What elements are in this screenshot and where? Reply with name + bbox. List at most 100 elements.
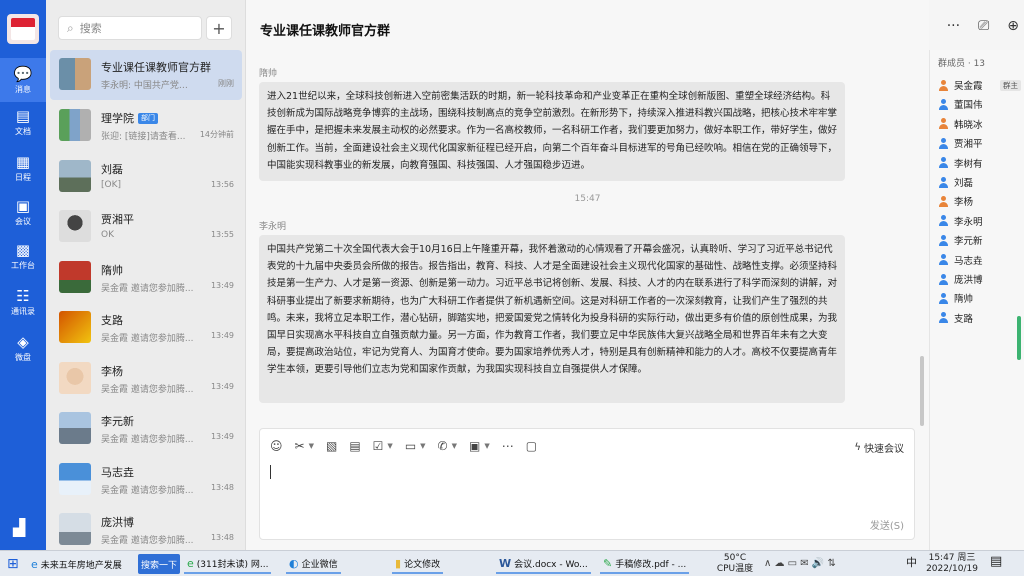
conversation-item[interactable]: 贾湘平 OK 13:55	[50, 202, 242, 252]
member-name: 马志垚	[954, 255, 983, 267]
start-button[interactable]: ⊞	[4, 554, 22, 574]
member-item[interactable]: 隋帅	[938, 289, 1023, 307]
search-box[interactable]: ⌕	[58, 16, 202, 40]
phone-icon[interactable]: ✆	[438, 439, 448, 453]
nav-drive[interactable]: ◈ 微盘	[0, 326, 46, 370]
contact-avatar	[59, 463, 91, 495]
taskbar-search-button[interactable]: 搜索一下	[138, 554, 181, 574]
system-tray-icons[interactable]: ∧ ☁ ▭ ✉ 🔊 ⇅	[764, 558, 836, 569]
person-icon	[938, 157, 949, 169]
chat-title: 专业课任课教师官方群	[260, 24, 391, 39]
person-icon	[938, 215, 949, 227]
member-item[interactable]: 贾湘平	[938, 134, 1023, 152]
calendar-icon: ▦	[15, 152, 31, 171]
conversation-item[interactable]: 专业课任课教师官方群 李永明: 中国共产党第... 刚刚	[50, 50, 242, 100]
person-icon	[938, 312, 949, 324]
user-avatar[interactable]	[7, 14, 39, 44]
conversation-item[interactable]: 理学院 部门 张迎: [链接]请查看... 14分钟前	[50, 101, 242, 151]
conversation-item[interactable]: 支路 吴金霞 邀请您参加腾... 13:49	[50, 303, 242, 353]
notification-icon[interactable]: ▤	[990, 555, 1002, 568]
nav-meeting[interactable]: ▣ 会议	[0, 190, 46, 234]
department-badge: 部门	[138, 112, 158, 124]
member-name: 李元新	[954, 236, 983, 248]
browser-icon: e	[187, 556, 194, 570]
members-header: 群成员 · 13	[938, 59, 986, 69]
member-item[interactable]: 李元新	[938, 231, 1023, 249]
word-icon: W	[499, 556, 512, 570]
chevron-down-icon[interactable]: ▼	[387, 442, 392, 450]
text-cursor[interactable]	[270, 465, 271, 479]
member-item[interactable]: 韩晓冰	[938, 115, 1023, 133]
nav-docs[interactable]: ▤ 文档	[0, 100, 46, 144]
more-icon[interactable]: ···	[947, 18, 960, 34]
member-item[interactable]: 李杨	[938, 192, 1023, 210]
taskbar-app-folder[interactable]: ▮ 论文修改	[392, 554, 444, 574]
chevron-down-icon[interactable]: ▼	[309, 442, 314, 450]
conversation-item[interactable]: 李杨 吴金霞 邀请您参加腾... 13:49	[50, 354, 242, 404]
taskbar-app-pdf[interactable]: ✎ 手稿修改.pdf - ...	[600, 554, 690, 574]
conversation-item[interactable]: 隋帅 吴金霞 邀请您参加腾... 13:49	[50, 253, 242, 303]
conversation-item[interactable]: 马志垚 吴金霞 邀请您参加腾... 13:48	[50, 455, 242, 505]
conversation-item[interactable]: 李元新 吴金霞 邀请您参加腾... 13:49	[50, 404, 242, 454]
chevron-down-icon[interactable]: ▼	[452, 442, 457, 450]
group-avatar	[59, 109, 91, 141]
conversation-item[interactable]: 刘磊 [OK] 13:56	[50, 152, 242, 202]
ie-icon: e	[31, 557, 38, 571]
pdf-editor-icon: ✎	[603, 556, 613, 570]
left-nav-rail: 💬 消息 ▤ 文档 ▦ 日程 ▣ 会议 ▩ 工作台 ☷ 通讯录 ◈ 微盘 ▟	[0, 0, 46, 550]
nav-messages[interactable]: 💬 消息	[0, 58, 46, 102]
person-icon	[938, 118, 949, 130]
contacts-icon: ☷	[16, 286, 30, 305]
clock[interactable]: 15:47 周三 2022/10/19	[922, 553, 982, 575]
folder-icon[interactable]: ▭	[405, 439, 416, 453]
person-icon	[938, 98, 949, 110]
chat-pane: 专业课任课教师官方群 ··· ⎚ ⊕ 隋帅 进入21世纪以来，全球科技创新进入空…	[246, 0, 1019, 550]
taskbar-search-box[interactable]: e 未来五年房地产发展	[28, 554, 125, 574]
contact-avatar	[59, 412, 91, 444]
conversation-item[interactable]: 庞洪博 吴金霞 邀请您参加腾... 13:48	[50, 505, 242, 555]
emoji-icon[interactable]: ☺	[270, 439, 283, 453]
contact-avatar	[59, 210, 91, 242]
member-item[interactable]: 马志垚	[938, 251, 1023, 269]
add-member-icon[interactable]: ⊕	[1007, 18, 1019, 34]
nav-contacts[interactable]: ☷ 通讯录	[0, 280, 46, 324]
screenshot-icon[interactable]: ✂	[295, 439, 305, 453]
more-tools-icon[interactable]: ⋯	[502, 439, 514, 453]
image-icon[interactable]: ▧	[326, 439, 337, 453]
more-apps-icon[interactable]: ▟	[13, 518, 25, 537]
member-item[interactable]: 李永明	[938, 212, 1023, 230]
contact-avatar	[59, 311, 91, 343]
member-item[interactable]: 李树有	[938, 154, 1023, 172]
chevron-down-icon[interactable]: ▼	[484, 442, 489, 450]
live-icon[interactable]: ▣	[469, 439, 480, 453]
members-pane: 群成员 · 13 吴金霞 群主 董国伟韩晓冰 贾湘平李树有刘磊李杨李永明李元新马志垚庞…	[929, 50, 1024, 550]
member-name: 刘磊	[954, 178, 974, 189]
taskbar-app-word[interactable]: W 会议.docx - Wo...	[496, 554, 591, 574]
add-button[interactable]: +	[206, 16, 232, 40]
document-icon[interactable]: ▤	[349, 439, 360, 453]
todo-icon[interactable]: ☑	[373, 439, 384, 453]
member-item[interactable]: 吴金霞 群主	[938, 76, 1023, 94]
person-icon	[938, 254, 949, 266]
ime-indicator[interactable]: 中	[906, 557, 917, 568]
nav-workbench[interactable]: ▩ 工作台	[0, 234, 46, 278]
comment-icon[interactable]: ▢	[526, 439, 537, 453]
send-button[interactable]: 发送(S)	[870, 517, 904, 532]
chevron-down-icon[interactable]: ▼	[420, 442, 425, 450]
contact-avatar	[59, 362, 91, 394]
person-icon	[938, 137, 949, 149]
quick-meeting-button[interactable]: ϟ 快速会议	[854, 440, 904, 455]
member-item[interactable]: 刘磊	[938, 173, 1023, 191]
search-input[interactable]	[79, 21, 180, 35]
member-item[interactable]: 庞洪博	[938, 270, 1023, 288]
chat-scrollbar[interactable]	[920, 356, 924, 426]
person-icon	[938, 195, 949, 207]
video-call-icon[interactable]: ⎚	[978, 18, 989, 34]
taskbar-app-browser[interactable]: e (311封未读) 网...	[184, 554, 272, 574]
member-item[interactable]: 董国伟	[938, 95, 1023, 113]
message-sender: 李永明	[259, 222, 287, 232]
nav-calendar[interactable]: ▦ 日程	[0, 146, 46, 190]
members-scrollbar[interactable]	[1017, 316, 1021, 360]
taskbar-app-wecom[interactable]: ◐ 企业微信	[286, 554, 341, 574]
member-item[interactable]: 支路	[938, 309, 1023, 327]
